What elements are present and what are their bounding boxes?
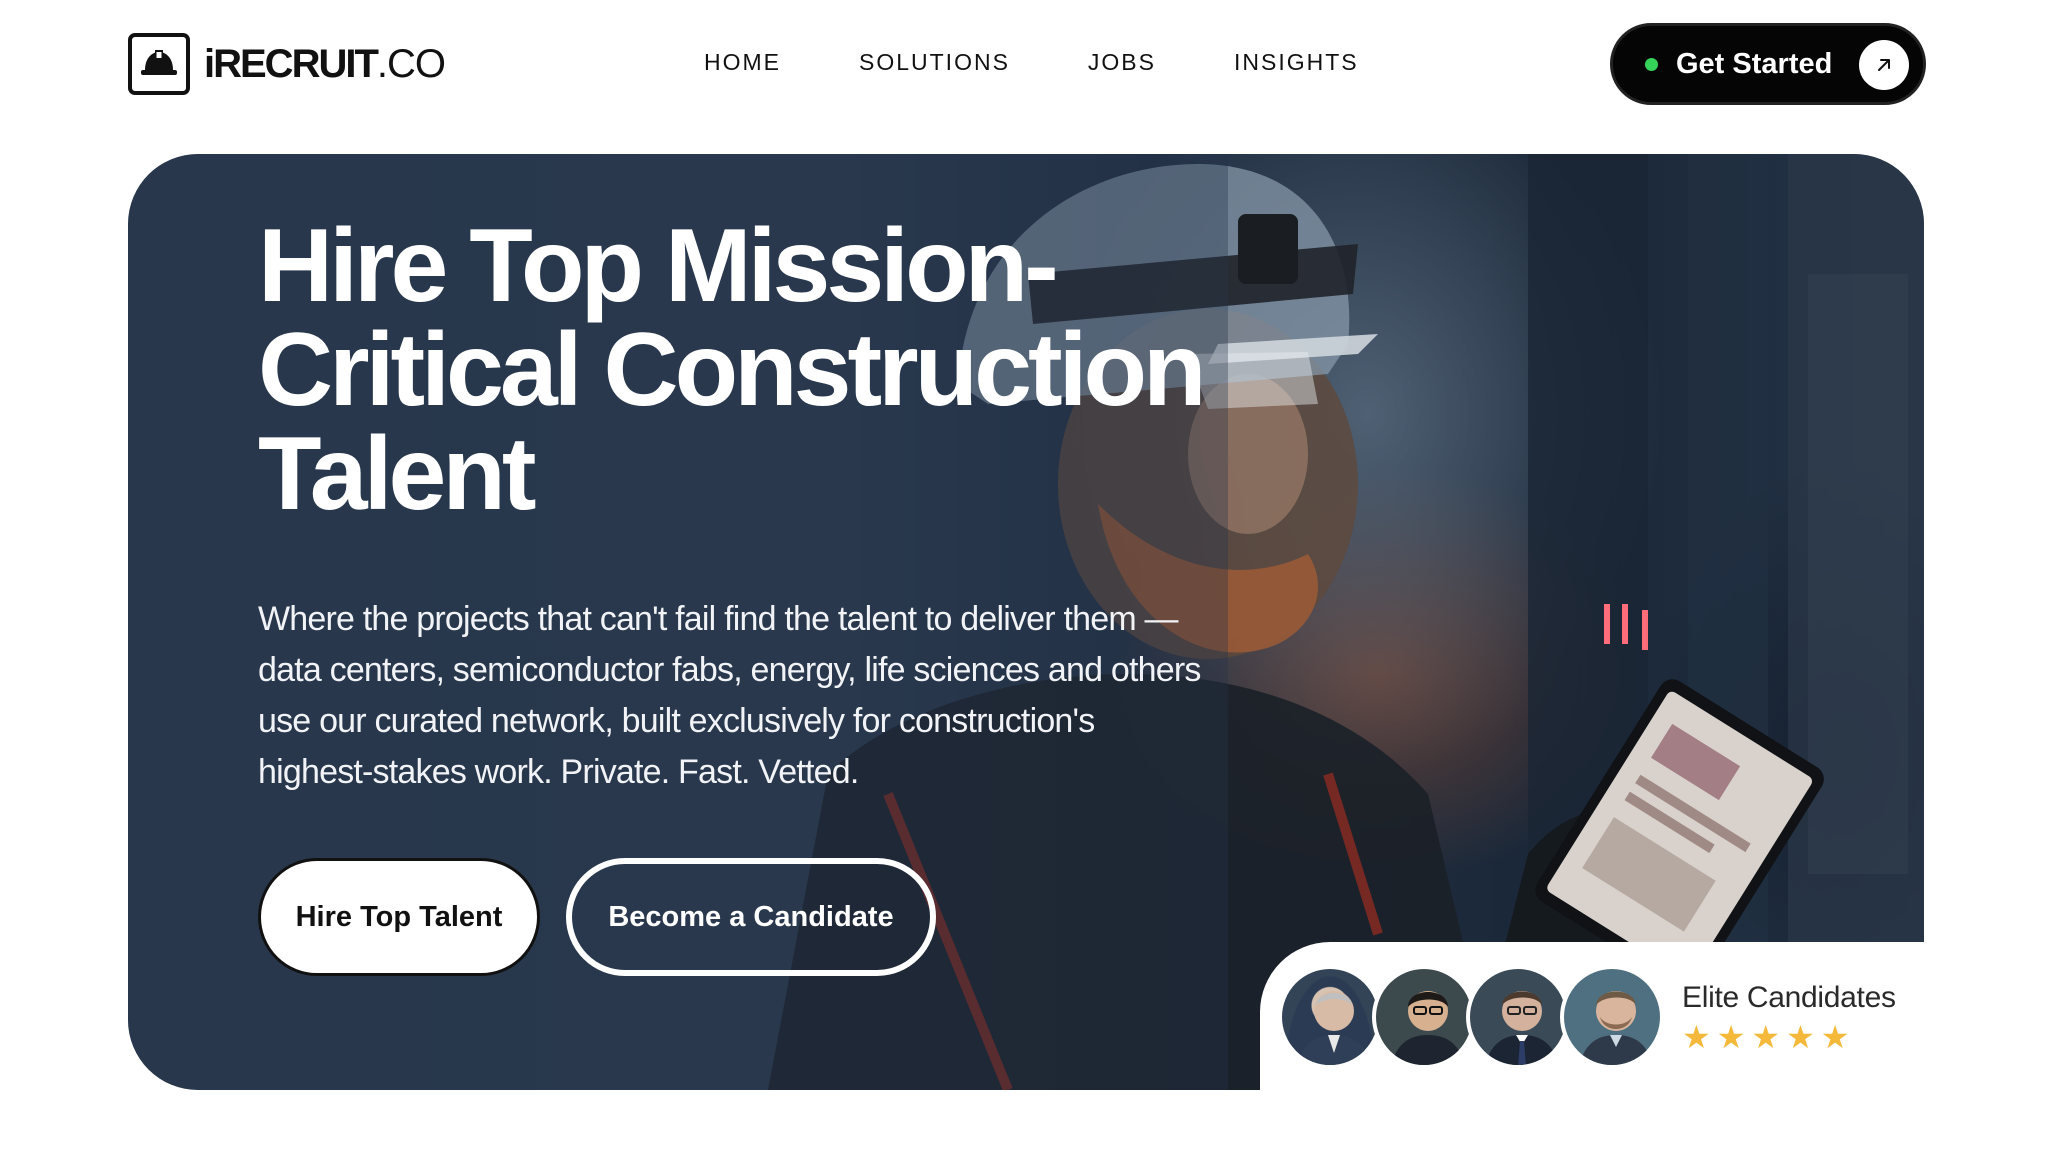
brand-suffix: .CO — [376, 41, 446, 86]
nav-item-solutions[interactable]: SOLUTIONS — [859, 44, 1010, 80]
avatar — [1560, 965, 1664, 1069]
elite-candidates-badge: Elite Candidates ★ ★ ★ ★ ★ — [1278, 962, 1896, 1072]
status-dot-icon — [1645, 57, 1658, 71]
star-icon: ★ — [1786, 1019, 1815, 1055]
avatar — [1278, 965, 1382, 1069]
candidate-avatars — [1278, 965, 1664, 1069]
hardhat-icon — [128, 33, 190, 95]
elite-info: Elite Candidates ★ ★ ★ ★ ★ — [1682, 981, 1896, 1053]
hero-description: Where the projects that can't fail find … — [258, 600, 1201, 791]
star-icon: ★ — [1751, 1019, 1781, 1055]
avatar — [1372, 965, 1476, 1069]
get-started-button[interactable]: Get Started — [1610, 23, 1926, 105]
brand-wordmark: iRECRUIT.CO — [204, 41, 446, 87]
main-menu: HOME SOLUTIONS JOBS INSIGHTS — [704, 44, 1359, 80]
nav-item-jobs[interactable]: JOBS — [1088, 44, 1156, 80]
nav-item-insights[interactable]: INSIGHTS — [1234, 44, 1359, 80]
nav-item-home[interactable]: HOME — [704, 44, 781, 80]
become-candidate-button[interactable]: Become a Candidate — [566, 858, 936, 976]
star-icon: ★ — [1682, 1019, 1711, 1055]
star-rating: ★ ★ ★ ★ ★ — [1682, 1021, 1896, 1053]
star-icon: ★ — [1820, 1019, 1850, 1055]
hero-title: Hire Top Mission-Critical Construction T… — [258, 208, 1207, 532]
arrow-up-right-icon — [1859, 40, 1909, 90]
elite-candidates-label: Elite Candidates — [1682, 981, 1896, 1014]
top-navigation: iRECRUIT.CO HOME SOLUTIONS JOBS INSIGHTS… — [0, 0, 2048, 130]
avatar — [1466, 965, 1570, 1069]
brand-logo[interactable]: iRECRUIT.CO — [128, 32, 446, 96]
brand-name: iRECRUIT — [204, 41, 379, 86]
star-icon: ★ — [1716, 1019, 1746, 1055]
hire-top-talent-button[interactable]: Hire Top Talent — [258, 858, 540, 976]
get-started-label: Get Started — [1676, 47, 1833, 80]
